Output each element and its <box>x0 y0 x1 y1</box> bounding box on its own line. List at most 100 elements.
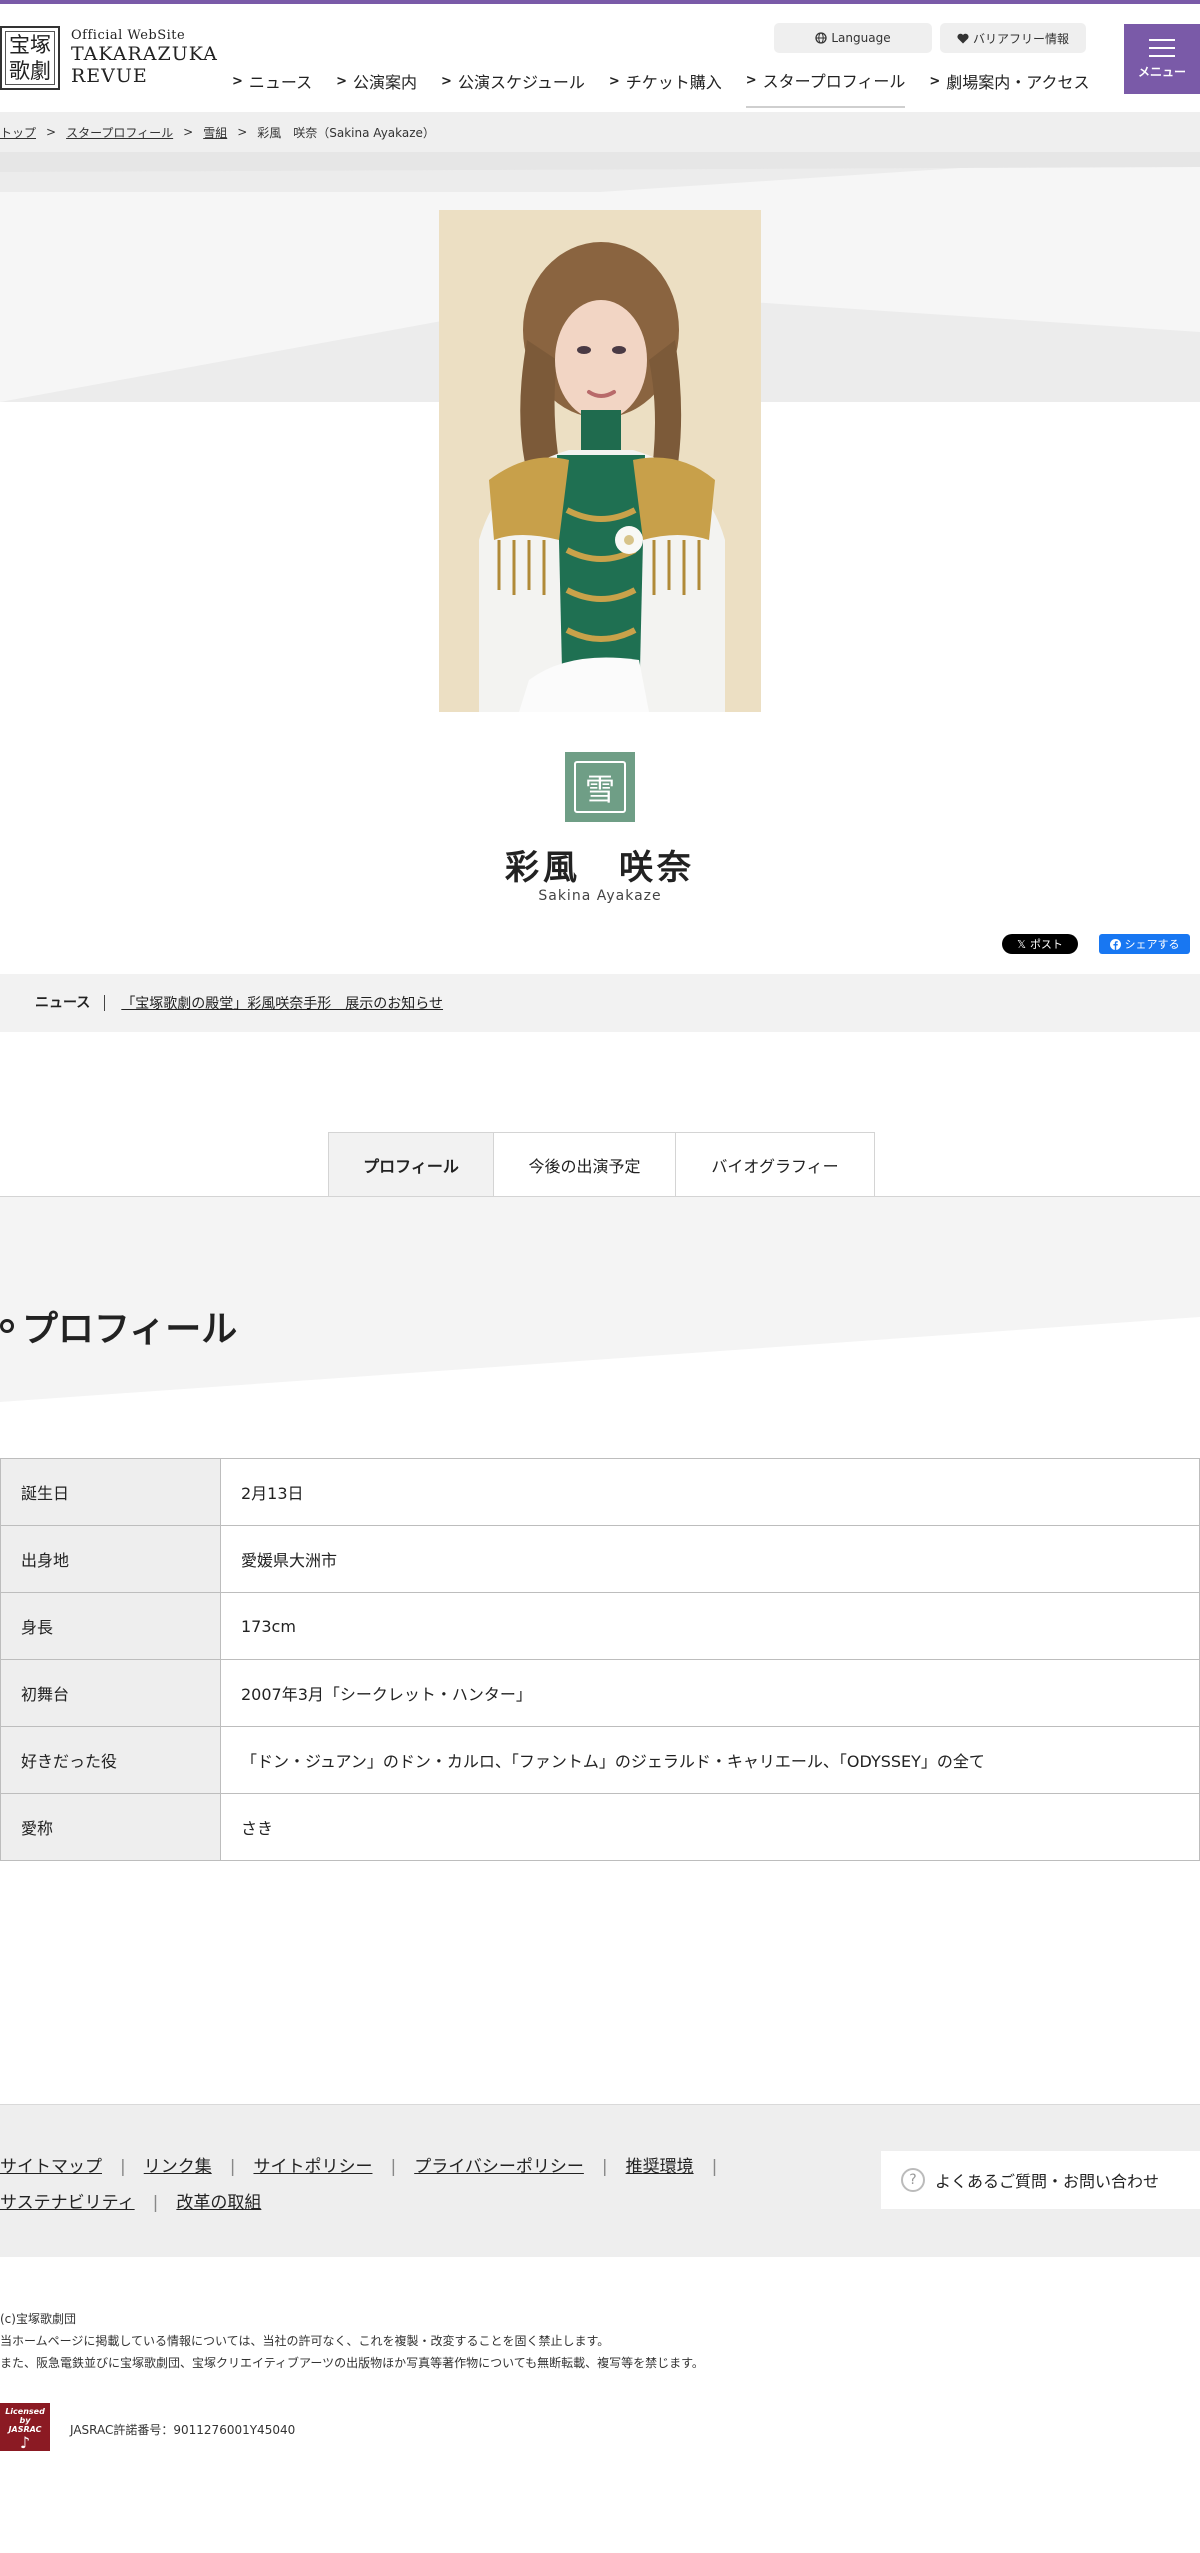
troupe-emblem: 雪 <box>565 752 635 822</box>
breadcrumb-troupe[interactable]: 雪組 <box>203 124 227 141</box>
news-link[interactable]: 「宝塚歌劇の殿堂」彩風咲奈手形 展示のお知らせ <box>121 993 443 1013</box>
nav-news[interactable]: > ニュース <box>232 66 312 108</box>
breadcrumb: トップ > スタープロフィール > 雪組 > 彩風 咲奈（Sakina Ayak… <box>0 112 1200 152</box>
portrait-illustration <box>439 210 761 712</box>
logo-kanji-1: 宝塚 <box>9 33 51 57</box>
footer-divider: | <box>152 2193 159 2213</box>
copyright-notice-2: また、阪急電鉄並びに宝塚歌劇団、宝塚クリエイティブアーツの出版物ほか写真等著作物… <box>0 2356 704 2370</box>
logo-takarazuka-text: TAKARAZUKA <box>71 43 218 65</box>
row-value: 2007年3月「シークレット・ハンター」 <box>221 1660 1200 1726</box>
table-row: 愛称 さき <box>0 1794 1200 1861</box>
chevron-right-icon: > <box>608 73 620 89</box>
row-value: 2月13日 <box>221 1459 1200 1525</box>
footer-link-sitemap[interactable]: サイトマップ <box>0 2157 102 2177</box>
snow-troupe-icon: 雪 <box>574 761 626 813</box>
language-label: Language <box>831 31 891 45</box>
row-label: 初舞台 <box>0 1660 221 1726</box>
table-row: 誕生日 2月13日 <box>0 1459 1200 1526</box>
breadcrumb-separator: > <box>183 125 194 139</box>
logo-official-text: Official WebSite <box>71 28 186 43</box>
table-row: 身長 173cm <box>0 1593 1200 1660</box>
question-icon: ? <box>901 2168 925 2192</box>
logo-text: Official WebSite TAKARAZUKA REVUE <box>71 28 218 87</box>
news-label: ニュース <box>35 995 106 1011</box>
faq-contact-button[interactable]: ? よくあるご質問・お問い合わせ <box>881 2151 1200 2209</box>
music-note-icon: ♪ <box>19 2433 31 2452</box>
nav-schedule[interactable]: > 公演スケジュール <box>441 66 585 108</box>
nav-theater-access[interactable]: > 劇場案内・アクセス <box>929 66 1089 108</box>
table-row: 好きだった役 「ドン・ジュアン」のドン・カルロ、「ファントム」のジェラルド・キャ… <box>0 1727 1200 1794</box>
facebook-share-button[interactable]: シェアする <box>1099 934 1190 954</box>
breadcrumb-star-profile[interactable]: スタープロフィール <box>66 124 173 141</box>
nav-star-profile[interactable]: > スタープロフィール <box>745 66 906 108</box>
tab-biography[interactable]: バイオグラフィー <box>675 1132 875 1196</box>
tab-upcoming-performances[interactable]: 今後の出演予定 <box>493 1132 676 1196</box>
language-button[interactable]: Language <box>774 23 932 53</box>
nav-schedule-label: 公演スケジュール <box>457 73 585 92</box>
x-share-button[interactable]: 𝕏 ポスト <box>1002 934 1078 954</box>
chevron-right-icon: > <box>929 73 941 89</box>
jasrac-license-number: JASRAC許諾番号：9011276001Y45040 <box>70 2423 296 2437</box>
x-logo-icon: 𝕏 <box>1017 937 1026 951</box>
site-footer: サイトマップ | リンク集 | サイトポリシー | プライバシーポリシー | 推奨環境 | サステ… <box>0 2104 1200 2257</box>
footer-divider: | <box>390 2157 397 2177</box>
row-label: 誕生日 <box>0 1459 221 1525</box>
nav-performances[interactable]: > 公演案内 <box>336 66 417 108</box>
footer-divider: | <box>601 2157 608 2177</box>
footer-link-site-policy[interactable]: サイトポリシー <box>253 2157 372 2177</box>
logo-revue-text: REVUE <box>71 65 148 87</box>
tab-profile[interactable]: プロフィール <box>328 1132 494 1196</box>
table-row: 初舞台 2007年3月「シークレット・ハンター」 <box>0 1660 1200 1727</box>
chevron-right-icon: > <box>745 72 757 88</box>
profile-table: 誕生日 2月13日 出身地 愛媛県大洲市 身長 173cm 初舞台 2007年3… <box>0 1458 1200 1861</box>
barrier-free-button[interactable]: バリアフリー情報 <box>940 23 1086 53</box>
footer-link-sustainability[interactable]: サステナビリティ <box>0 2193 135 2213</box>
heart-icon <box>957 33 969 43</box>
breadcrumb-current: 彩風 咲奈（Sakina Ayakaze） <box>257 125 435 140</box>
row-value: 愛媛県大洲市 <box>221 1526 1200 1592</box>
facebook-share-label: シェアする <box>1124 938 1180 951</box>
row-label: 愛称 <box>0 1794 221 1860</box>
copyright-text: (c)宝塚歌劇団 <box>0 2312 76 2326</box>
x-share-label: ポスト <box>1029 938 1063 951</box>
row-value: 173cm <box>221 1593 1200 1659</box>
breadcrumb-top[interactable]: トップ <box>0 124 36 141</box>
table-row: 出身地 愛媛県大洲市 <box>0 1526 1200 1593</box>
breadcrumb-separator: > <box>237 125 248 139</box>
profile-heading: プロフィール <box>0 1300 237 1352</box>
jasrac-badge-line-2: by <box>19 2416 31 2425</box>
star-roman-name: Sakina Ayakaze <box>538 888 662 904</box>
nav-tickets-label: チケット購入 <box>625 73 722 92</box>
facebook-icon <box>1109 938 1121 950</box>
footer-link-recommended-env[interactable]: 推奨環境 <box>626 2157 694 2177</box>
jasrac-badge-line-1: Licensed <box>5 2407 45 2416</box>
footer-divider: | <box>229 2157 236 2177</box>
footer-divider: | <box>711 2157 718 2177</box>
chevron-right-icon: > <box>336 73 348 89</box>
profile-tabs: プロフィール 今後の出演予定 バイオグラフィー <box>328 1132 875 1196</box>
footer-link-links[interactable]: リンク集 <box>144 2157 212 2177</box>
globe-icon <box>815 32 828 44</box>
copyright-notice-1: 当ホームページに掲載している情報については、当社の許可なく、これを複製・改変する… <box>0 2334 610 2348</box>
footer-link-reform[interactable]: 改革の取組 <box>176 2193 261 2213</box>
menu-button[interactable]: メニュー <box>1124 24 1200 94</box>
row-label: 出身地 <box>0 1526 221 1592</box>
breadcrumb-separator: > <box>46 125 57 139</box>
news-bar: ニュース 「宝塚歌劇の殿堂」彩風咲奈手形 展示のお知らせ <box>0 974 1200 1032</box>
chevron-right-icon: > <box>441 73 452 89</box>
logo-kanji-2: 歌劇 <box>9 59 51 83</box>
star-portrait-photo <box>439 210 761 712</box>
nav-tickets[interactable]: > チケット購入 <box>609 66 722 108</box>
barrier-free-label: バリアフリー情報 <box>972 31 1069 46</box>
site-header: 宝塚 歌劇 Official WebSite TAKARAZUKA REVUE … <box>0 4 1200 112</box>
global-nav: > ニュース > 公演案内 > 公演スケジュール > チケット購入 > スタープロフィール… <box>232 66 1114 108</box>
nav-star-profile-label: スタープロフィール <box>762 72 906 91</box>
site-logo[interactable]: 宝塚 歌劇 <box>0 26 60 90</box>
row-label: 身長 <box>0 1593 221 1659</box>
jasrac-logo: Licensed by JASRAC ♪ <box>0 2403 50 2452</box>
chevron-right-icon: > <box>232 73 243 89</box>
faq-contact-label: よくあるご質問・お問い合わせ <box>935 2172 1160 2191</box>
footer-link-privacy-policy[interactable]: プライバシーポリシー <box>414 2157 584 2177</box>
hamburger-icon <box>1149 38 1175 57</box>
circle-bullet-icon <box>0 1319 14 1333</box>
